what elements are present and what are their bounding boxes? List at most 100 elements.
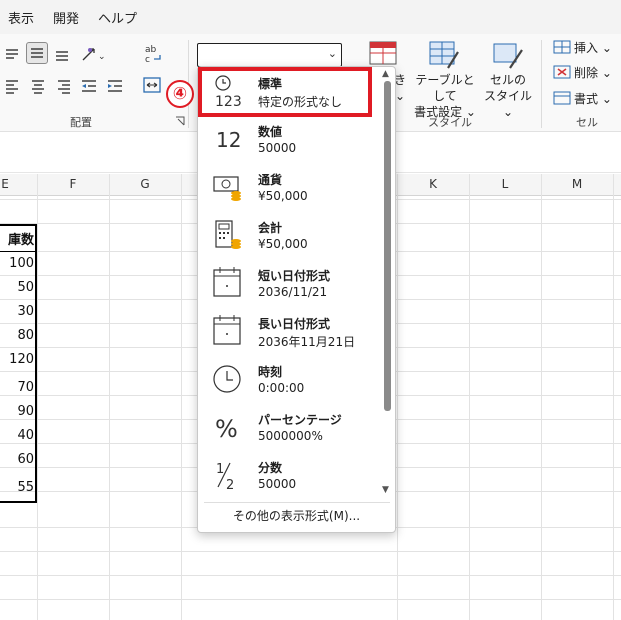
table-divider [0,251,36,252]
cell-value[interactable]: 30 [0,304,34,319]
grid-line [109,174,110,620]
format-title: 分数 [258,461,283,475]
format-item-fraction[interactable]: 12 分数 50000 [198,451,380,499]
align-right-icon[interactable] [56,78,72,94]
merge-center-icon[interactable] [143,76,163,94]
column-header-l[interactable]: L [469,177,541,191]
format-item-long-date[interactable]: 長い日付形式 2036年11月21日 [198,307,380,355]
cell-value[interactable]: 60 [0,452,34,467]
svg-text:ab: ab [145,45,157,55]
cell-value[interactable]: 80 [0,328,34,343]
format-sample: 50000 [258,477,297,491]
group-cells-label: セル [576,116,598,129]
calendar-long-icon [213,315,241,345]
column-header-g[interactable]: G [109,177,181,191]
scroll-up-icon[interactable]: ▲ [382,69,389,79]
format-item-accounting[interactable]: 会計 ¥50,000 [198,211,380,259]
number-format-combobox[interactable]: ⌄ [197,43,342,67]
accounting-icon [215,220,241,249]
menu-developer[interactable]: 開発 [53,8,79,27]
format-sample: 0:00:00 [258,381,305,395]
grid-line [37,174,38,620]
format-sample: 5000000% [258,429,323,443]
grid-line [0,551,621,552]
format-title: 通貨 [258,173,283,187]
format-item-currency[interactable]: 通貨 ¥50,000 [198,163,380,211]
format-cells-icon[interactable] [553,91,571,105]
percent-icon: % [215,415,238,443]
grid-line [397,174,398,620]
svg-text:%: % [215,415,238,443]
divider [541,40,542,128]
format-title: パーセンテージ [258,413,342,427]
orientation-icon[interactable]: ⌄ [80,44,108,64]
svg-text:1: 1 [216,462,224,477]
svg-text:2: 2 [226,478,234,493]
cell-header[interactable]: 庫数 [0,229,34,248]
cell-value[interactable]: 50 [0,280,34,295]
format-title: 時刻 [258,365,283,379]
cell-value[interactable]: 120 [0,352,34,367]
more-number-formats-link[interactable]: その他の表示形式(M)... [198,507,395,524]
format-item-number[interactable]: 12 数値 50000 [198,115,380,163]
column-header-e[interactable]: E [0,177,10,191]
delete-button[interactable]: 削除 ⌄ [574,64,612,81]
menu-bar: 表示 開発 ヘルプ [0,0,621,34]
format-as-table-icon[interactable] [428,40,460,70]
delete-cells-icon[interactable] [553,65,571,79]
calendar-short-icon [213,267,241,297]
group-styles-label: スタイル [428,116,472,129]
align-middle-button[interactable] [26,42,48,64]
clock-icon [213,365,241,393]
format-title: 数値 [258,125,283,139]
increase-indent-icon[interactable] [106,78,124,94]
svg-text:12: 12 [216,128,241,152]
format-as-table-button[interactable]: テーブルとして 書式設定 ⌄ [410,72,480,120]
align-top-icon[interactable] [4,46,20,62]
format-sample: 2036年11月21日 [258,335,356,349]
grid-line [0,575,621,576]
format-button[interactable]: 書式 ⌄ [574,90,612,107]
align-center-icon[interactable] [30,78,46,94]
menu-help[interactable]: ヘルプ [98,8,137,27]
svg-text:⌄: ⌄ [98,52,106,62]
selection-highlight [198,67,372,117]
currency-icon [213,176,241,201]
grid-line [0,599,621,600]
align-left-icon[interactable] [4,78,20,94]
format-item-general[interactable]: 123 標準 特定の形式なし [198,67,380,117]
grid-line [181,174,182,620]
cell-styles-button[interactable]: セルの スタイル ⌄ [480,72,536,120]
column-header-m[interactable]: M [541,177,613,191]
decrease-indent-icon[interactable] [80,78,98,94]
cell-value[interactable]: 90 [0,404,34,419]
align-bottom-icon[interactable] [54,46,70,62]
column-header-k[interactable]: K [397,177,469,191]
cell-value[interactable]: 70 [0,380,34,395]
cell-styles-icon[interactable] [492,40,524,70]
number-12-icon: 12 [216,128,241,152]
format-item-time[interactable]: 時刻 0:00:00 [198,355,380,403]
column-header-f[interactable]: F [37,177,109,191]
format-title: 会計 [258,221,283,235]
format-sample: 2036/11/21 [258,285,328,299]
cell-value[interactable]: 100 [0,256,34,271]
format-item-short-date[interactable]: 短い日付形式 2036/11/21 [198,259,380,307]
chevron-down-icon[interactable]: ⌄ [328,47,337,60]
number-format-dropdown: 123 標準 特定の形式なし 12 数値 50000 通貨 ¥50,000 会計… [197,66,396,533]
dialog-launcher-icon[interactable] [175,116,185,126]
format-title: 長い日付形式 [258,317,331,331]
format-item-percentage[interactable]: % パーセンテージ 5000000% [198,403,380,451]
grid-line [469,174,470,620]
cell-value[interactable]: 40 [0,428,34,443]
fraction-icon: 12 [216,462,234,493]
step-number-badge: ④ [166,80,194,108]
scroll-down-icon[interactable]: ▼ [382,485,389,495]
menu-view[interactable]: 表示 [8,8,34,27]
format-sample: 50000 [258,141,297,155]
scrollbar-thumb[interactable] [384,81,391,411]
wrap-text-icon[interactable]: abc [144,42,164,66]
cell-value[interactable]: 55 [0,480,34,495]
insert-cells-icon[interactable] [553,40,571,54]
insert-button[interactable]: 挿入 ⌄ [574,39,612,56]
